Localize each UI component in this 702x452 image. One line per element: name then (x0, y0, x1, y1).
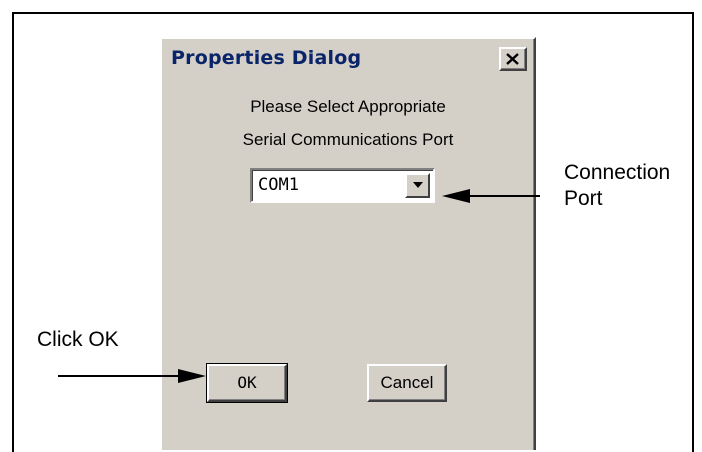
arrow-to-ok-button (58, 369, 206, 383)
arrow-to-port-select (442, 189, 540, 203)
callout-arrows (58, 189, 540, 383)
